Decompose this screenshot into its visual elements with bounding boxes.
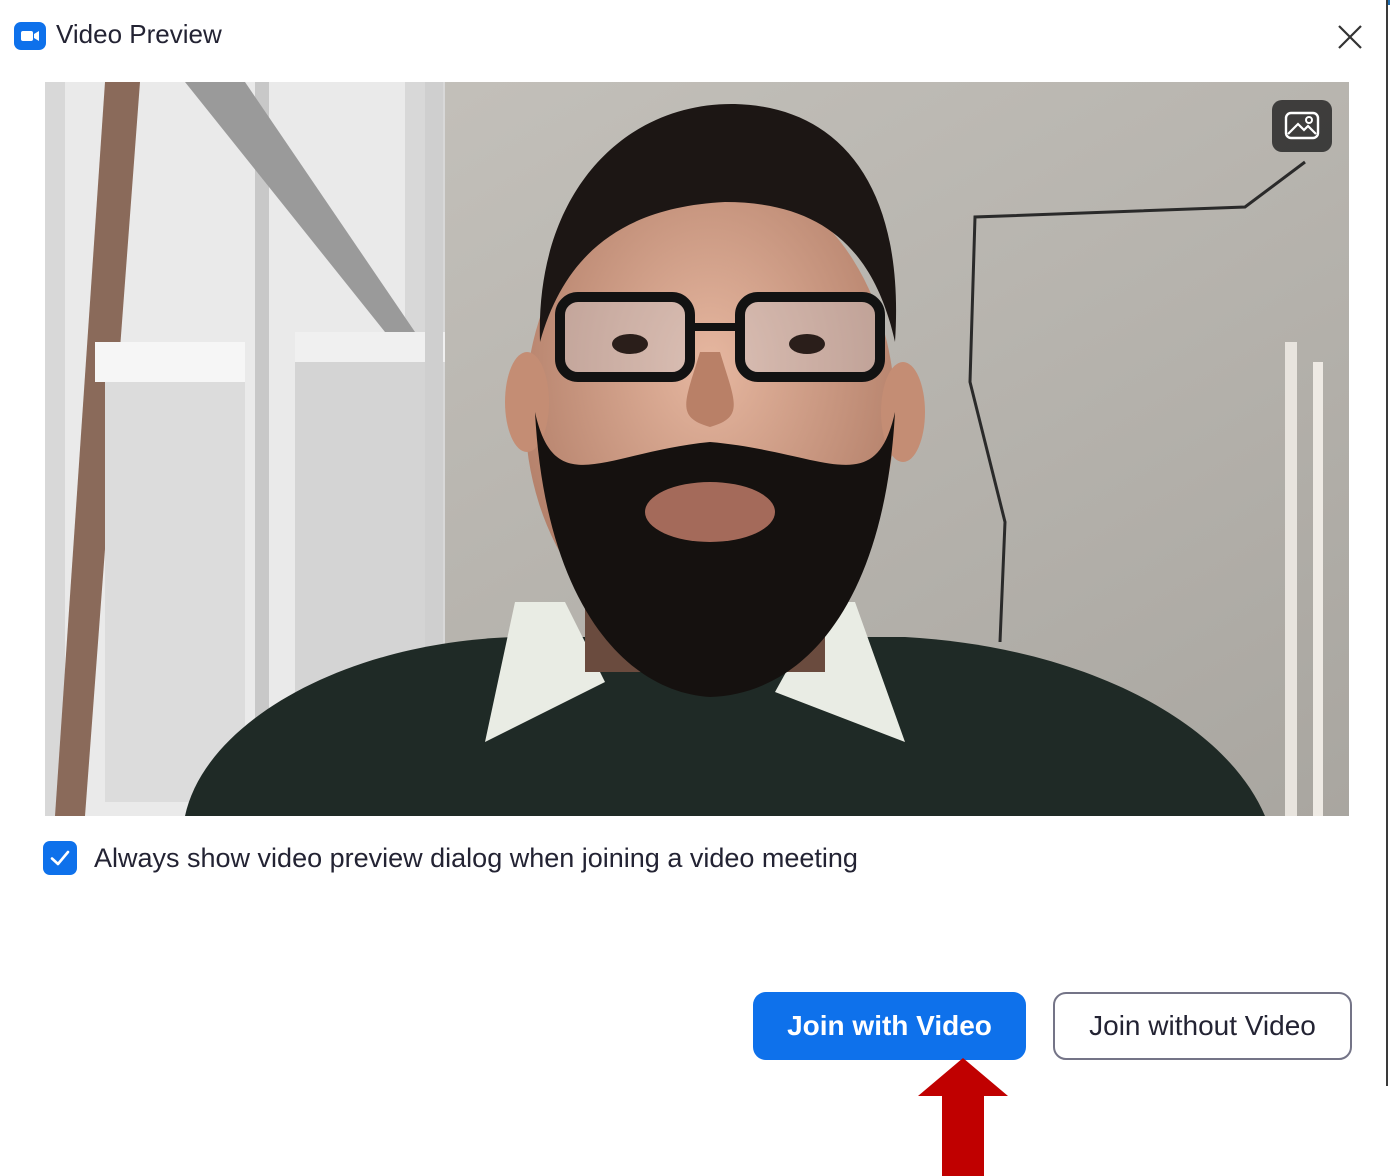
video-preview-dialog: Video Preview Always show video preview … [0, 0, 1388, 1086]
always-show-preview-option: Always show video preview dialog when jo… [43, 840, 858, 876]
camera-preview [45, 82, 1349, 816]
always-show-preview-checkbox[interactable] [43, 841, 77, 875]
checkmark-icon [50, 850, 70, 866]
title-bar: Video Preview [0, 5, 1388, 65]
virtual-background-icon [1284, 111, 1320, 140]
virtual-background-button[interactable] [1272, 100, 1332, 152]
dialog-title: Video Preview [56, 19, 222, 49]
join-without-video-button[interactable]: Join without Video [1053, 992, 1352, 1060]
always-show-preview-label[interactable]: Always show video preview dialog when jo… [94, 843, 858, 874]
zoom-camera-icon [14, 22, 46, 50]
join-with-video-button[interactable]: Join with Video [753, 992, 1026, 1060]
camera-feed-image [45, 82, 1349, 816]
close-icon[interactable] [1330, 17, 1370, 57]
red-up-arrow-icon [918, 1058, 1008, 1176]
